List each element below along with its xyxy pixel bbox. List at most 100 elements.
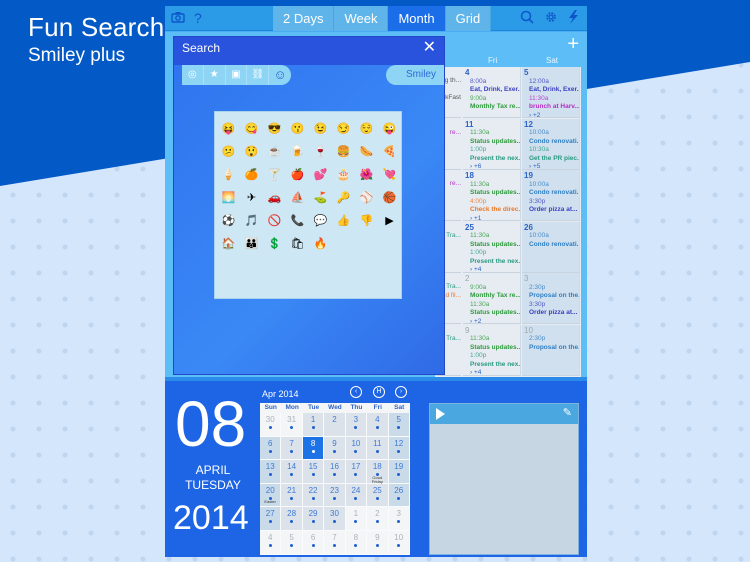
emoji-item[interactable]: 🍔 xyxy=(332,141,355,164)
mini-calendar-day[interactable]: 12 xyxy=(388,436,410,461)
more-events-link[interactable]: › +4 xyxy=(465,369,520,374)
emoji-item[interactable]: 🚫 xyxy=(263,210,286,233)
mini-calendar-day[interactable]: 2 xyxy=(367,507,389,531)
next-month-button[interactable]: › xyxy=(395,386,407,398)
more-events-link[interactable]: › +2 xyxy=(465,318,520,323)
event-title[interactable]: Proposal on the... xyxy=(524,344,579,353)
emoji-item[interactable]: 🏀 xyxy=(378,187,401,210)
calendar-day-cell[interactable]: 11 11:30a Status updates... 1:00p Present th… xyxy=(463,118,521,170)
gear-icon[interactable] xyxy=(544,10,558,27)
play-icon[interactable] xyxy=(436,408,445,420)
emoji-item[interactable]: 👎 xyxy=(355,210,378,233)
calendar-icon[interactable]: ▣ xyxy=(226,65,248,85)
event-title[interactable]: Present the nex... xyxy=(465,361,520,370)
more-events-link[interactable]: › +2 xyxy=(524,112,579,117)
event-title[interactable]: Condo renovati... xyxy=(524,138,579,147)
event-title[interactable]: Status updates... xyxy=(465,309,520,318)
calendar-day-cell[interactable]: 4 8:00a Eat, Drink, Exer... 9:00a Monthly Ta… xyxy=(463,67,521,118)
emoji-item[interactable]: 👪 xyxy=(240,233,263,256)
emoji-item[interactable]: 👍 xyxy=(332,210,355,233)
mini-calendar-day[interactable]: 30 xyxy=(260,413,282,437)
emoji-item[interactable]: ⚽ xyxy=(217,210,240,233)
event-title[interactable]: Condo renovati... xyxy=(524,189,579,198)
pen-icon[interactable]: ✎ xyxy=(563,406,572,419)
event-title[interactable]: Present the nex... xyxy=(465,155,520,164)
mini-calendar-day[interactable]: 24 xyxy=(345,483,368,508)
emoji-item[interactable]: 😉 xyxy=(309,118,332,141)
event-title[interactable]: brunch at Harv... xyxy=(524,103,579,112)
emoji-item[interactable]: 🍦 xyxy=(217,164,240,187)
event-title[interactable]: Get the PR piec... xyxy=(524,155,579,164)
mini-calendar-day[interactable]: 19 xyxy=(388,460,410,484)
event-title[interactable]: Condo renovati... xyxy=(524,241,579,250)
mini-calendar-day[interactable]: 5 xyxy=(281,530,303,555)
tab-2-days[interactable]: 2 Days xyxy=(273,6,335,31)
mini-calendar-day[interactable]: 11 xyxy=(367,436,389,461)
emoji-item[interactable]: 📞 xyxy=(286,210,309,233)
mini-calendar-day[interactable]: 9 xyxy=(324,436,346,461)
emoji-item[interactable]: 🌺 xyxy=(355,164,378,187)
mini-calendar-day[interactable]: 15 xyxy=(302,460,325,484)
close-icon[interactable]: ✕ xyxy=(423,37,436,59)
mini-calendar-day[interactable]: 5 xyxy=(388,413,410,437)
emoji-item[interactable]: 🔑 xyxy=(332,187,355,210)
lightning-icon[interactable] xyxy=(567,10,579,27)
active-filter-label[interactable]: Smiley xyxy=(386,65,444,85)
event-title[interactable]: Status updates... xyxy=(465,138,520,147)
calendar-day-cell[interactable]: 5 12:00a Eat, Drink, Exer... 11:30a brunch a… xyxy=(522,67,580,118)
emoji-item[interactable]: 🔥 xyxy=(309,233,332,256)
mini-calendar-day[interactable]: 25 xyxy=(367,483,389,508)
event-title[interactable]: Status updates... xyxy=(465,189,520,198)
emoji-item[interactable]: 😝 xyxy=(217,118,240,141)
mini-calendar-day[interactable]: 6 xyxy=(260,436,282,461)
emoji-item[interactable]: 🛍 xyxy=(286,233,309,256)
mini-calendar-day[interactable]: 26 xyxy=(388,483,410,508)
today-button[interactable]: H xyxy=(373,386,385,398)
more-events-link[interactable]: › +6 xyxy=(465,163,520,168)
mini-calendar-day[interactable]: 7 xyxy=(281,436,303,461)
emoji-item[interactable]: 💬 xyxy=(309,210,332,233)
event-title[interactable]: Proposal on the... xyxy=(524,292,579,301)
mini-calendar-day[interactable]: 3 xyxy=(388,507,410,531)
emoji-item[interactable]: 🎂 xyxy=(332,164,355,187)
mini-calendar-day[interactable]: 14 xyxy=(281,460,303,484)
emoji-item[interactable]: 🍷 xyxy=(309,141,332,164)
emoji-item[interactable]: 😏 xyxy=(332,118,355,141)
mini-calendar-day[interactable]: 16 xyxy=(324,460,346,484)
mini-calendar-day[interactable]: 27 xyxy=(260,507,282,531)
emoji-item[interactable]: 🌭 xyxy=(355,141,378,164)
event-title[interactable]: Present the nex... xyxy=(465,258,520,267)
prev-month-button[interactable]: ‹ xyxy=(350,386,362,398)
calendar-day-cell[interactable]: 19 10:00a Condo renovati... 3:30p Order pizz… xyxy=(522,170,580,221)
calendar-day-cell[interactable]: 12 10:00a Condo renovati... 10:30a Get the P… xyxy=(522,118,580,170)
mini-calendar-day[interactable]: 18 Good Friday xyxy=(367,460,389,484)
emoji-item[interactable]: 💘 xyxy=(378,164,401,187)
mini-calendar-day[interactable]: 4 xyxy=(260,530,282,555)
more-events-link[interactable]: › +4 xyxy=(465,266,520,271)
emoji-item[interactable]: ▶ xyxy=(378,210,401,233)
event-title[interactable]: Order pizza at... xyxy=(524,206,579,215)
mini-calendar-day-selected[interactable]: 8 xyxy=(302,436,325,461)
tab-week[interactable]: Week xyxy=(334,6,389,31)
emoji-item[interactable]: 🎵 xyxy=(240,210,263,233)
emoji-item[interactable]: 😌 xyxy=(355,118,378,141)
calendar-day-cell[interactable]: 26 10:00a Condo renovati... xyxy=(522,221,580,273)
more-events-link[interactable]: › +1 xyxy=(465,215,520,220)
emoji-item[interactable]: 🏠 xyxy=(217,233,240,256)
mini-calendar-day[interactable]: 2 xyxy=(324,413,346,437)
tab-grid[interactable]: Grid xyxy=(445,6,492,31)
mini-calendar-day[interactable]: 10 xyxy=(345,436,368,461)
mini-calendar-day[interactable]: 4 xyxy=(367,413,389,437)
emoji-item[interactable]: 💕 xyxy=(309,164,332,187)
search-icon[interactable] xyxy=(520,10,534,27)
emoji-item[interactable]: ⛵ xyxy=(286,187,309,210)
emoji-item[interactable]: ⛳ xyxy=(309,187,332,210)
emoji-item[interactable]: 💲 xyxy=(263,233,286,256)
emoji-item[interactable]: 😋 xyxy=(240,118,263,141)
event-title[interactable]: Monthly Tax re... xyxy=(465,292,520,301)
more-events-link[interactable]: › +5 xyxy=(524,163,579,168)
event-title[interactable]: Check the direc... xyxy=(465,206,520,215)
mini-calendar-day[interactable]: 13 xyxy=(260,460,282,484)
smiley-icon[interactable]: ☺ xyxy=(269,65,291,85)
emoji-item[interactable]: 🚗 xyxy=(263,187,286,210)
